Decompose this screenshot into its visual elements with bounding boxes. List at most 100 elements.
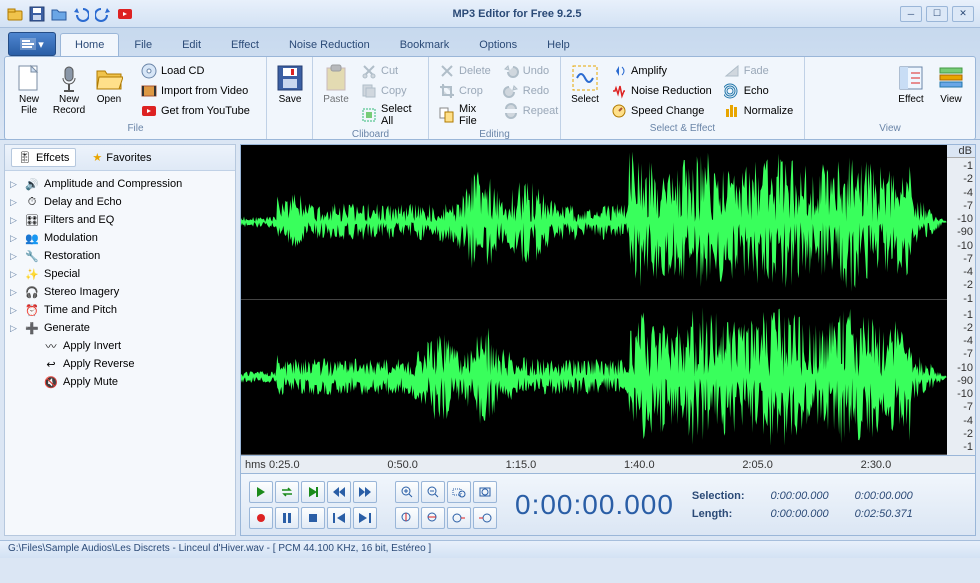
zoom-v-in-button[interactable] <box>395 507 419 529</box>
goto-start-button[interactable] <box>327 507 351 529</box>
zoom-sel-button[interactable] <box>447 481 471 503</box>
play-button[interactable] <box>249 481 273 503</box>
app-button[interactable]: ▾ <box>8 32 56 56</box>
tree-item[interactable]: ▷🔊Amplitude and Compression <box>7 175 233 193</box>
tab-noise-reduction[interactable]: Noise Reduction <box>274 33 385 56</box>
goto-end-button[interactable] <box>353 507 377 529</box>
amplify-button[interactable]: Amplify <box>607 61 716 81</box>
ribbon-host: ▾ Home File Edit Effect Noise Reduction … <box>0 28 980 140</box>
fade-button[interactable]: Fade <box>720 61 798 81</box>
pause-button[interactable] <box>275 507 299 529</box>
tab-file[interactable]: File <box>119 33 167 56</box>
select-all-button[interactable]: Select All <box>357 101 422 129</box>
selection-label: Selection: <box>692 490 745 502</box>
tree-item[interactable]: ▷🎧Stereo Imagery <box>7 283 233 301</box>
play-sel-button[interactable] <box>301 481 325 503</box>
get-youtube-button[interactable]: Get from YouTube <box>137 101 254 121</box>
group-view-label: View <box>811 123 969 137</box>
load-cd-button[interactable]: Load CD <box>137 61 254 81</box>
mix-file-button[interactable]: Mix File <box>435 101 495 129</box>
noise-reduction-button[interactable]: Noise Reduction <box>607 81 716 101</box>
forward-button[interactable] <box>353 481 377 503</box>
zoom-v-out-button[interactable] <box>421 507 445 529</box>
repeat-button[interactable]: Repeat <box>499 101 562 121</box>
tree-item[interactable]: ▷➕Generate <box>7 319 233 337</box>
tab-help[interactable]: Help <box>532 33 585 56</box>
tree-item[interactable]: 🔇Apply Mute <box>7 373 233 391</box>
star-icon: ★ <box>92 151 102 164</box>
qat-folder-icon[interactable] <box>50 5 68 23</box>
new-record-button[interactable]: New Record <box>51 61 87 118</box>
record-button[interactable] <box>249 507 273 529</box>
speed-change-button[interactable]: Speed Change <box>607 101 716 121</box>
titlebar: MP3 Editor for Free 9.2.5 ─ ☐ ✕ <box>0 0 980 28</box>
status-bar: G:\Files\Sample Audios\Les Discrets - Li… <box>0 540 980 558</box>
group-select-effect-label: Select & Effect <box>567 123 798 137</box>
side-panel: 🎚Effcets ★Favorites ▷🔊Amplitude and Comp… <box>4 144 236 536</box>
selection-start: 0:00:00.000 <box>771 490 829 502</box>
maximize-button[interactable]: ☐ <box>926 6 948 22</box>
import-video-button[interactable]: Import from Video <box>137 81 254 101</box>
group-clipboard-label: Cliboard <box>319 129 422 140</box>
transport-controls: 0:00:00.000 Selection: 0:00:00.000 0:00:… <box>240 474 976 536</box>
rewind-button[interactable] <box>327 481 351 503</box>
minimize-button[interactable]: ─ <box>900 6 922 22</box>
undo-button[interactable]: Undo <box>499 61 562 81</box>
loop-button[interactable] <box>275 481 299 503</box>
tree-item[interactable]: ▷✨Special <box>7 265 233 283</box>
sidetab-favorites[interactable]: ★Favorites <box>86 149 157 166</box>
tree-item[interactable]: ↩Apply Reverse <box>7 355 233 373</box>
view-button[interactable]: View <box>933 61 969 108</box>
timecode-display: 0:00:00.000 <box>515 489 674 521</box>
redo-button[interactable]: Redo <box>499 81 562 101</box>
zoom-left-button[interactable] <box>447 507 471 529</box>
new-file-button[interactable]: New File <box>11 61 47 118</box>
db-scale: dB -1-2-4-7-10-90-10-7-4-2-1 -1-2-4-7-10… <box>947 145 975 455</box>
zoom-out-button[interactable] <box>421 481 445 503</box>
tree-item[interactable]: 〰Apply Invert <box>7 337 233 355</box>
tab-options[interactable]: Options <box>464 33 532 56</box>
qat-redo-icon[interactable] <box>94 5 112 23</box>
crop-button[interactable]: Crop <box>435 81 495 101</box>
app-title: MP3 Editor for Free 9.2.5 <box>134 8 900 20</box>
zoom-fit-button[interactable] <box>473 481 497 503</box>
tab-edit[interactable]: Edit <box>167 33 216 56</box>
normalize-button[interactable]: Normalize <box>720 101 798 121</box>
selection-end: 0:00:00.000 <box>855 490 913 502</box>
tree-item[interactable]: ▷⏱Delay and Echo <box>7 193 233 211</box>
timeline[interactable]: hms 0:25.0 0:50.0 1:15.0 1:40.0 2:05.0 2… <box>240 456 976 474</box>
length-start: 0:00:00.000 <box>771 508 829 520</box>
length-end: 0:02:50.371 <box>855 508 913 520</box>
stop-button[interactable] <box>301 507 325 529</box>
tree-item[interactable]: ▷🔧Restoration <box>7 247 233 265</box>
delete-button[interactable]: Delete <box>435 61 495 81</box>
group-editing-label: Editing <box>435 129 554 140</box>
open-button[interactable]: Open <box>91 61 127 108</box>
save-button[interactable]: Save <box>273 61 307 108</box>
tab-bookmark[interactable]: Bookmark <box>385 33 465 56</box>
cut-button[interactable]: Cut <box>357 61 422 81</box>
qat-open-icon[interactable] <box>6 5 24 23</box>
zoom-in-button[interactable] <box>395 481 419 503</box>
tab-effect[interactable]: Effect <box>216 33 274 56</box>
effect-tree[interactable]: ▷🔊Amplitude and Compression▷⏱Delay and E… <box>5 171 235 535</box>
length-label: Length: <box>692 508 745 520</box>
select-button[interactable]: Select <box>567 61 603 108</box>
zoom-right-button[interactable] <box>473 507 497 529</box>
tree-item[interactable]: ▷👥Modulation <box>7 229 233 247</box>
effect-panel-button[interactable]: Effect <box>893 61 929 108</box>
qat-save-icon[interactable] <box>28 5 46 23</box>
copy-button[interactable]: Copy <box>357 81 422 101</box>
waveform-display[interactable] <box>241 145 947 455</box>
tree-item[interactable]: ▷🎛Filters and EQ <box>7 211 233 229</box>
timeline-unit: hms <box>241 459 265 471</box>
qat-youtube-icon[interactable] <box>116 5 134 23</box>
sidetab-effects[interactable]: 🎚Effcets <box>11 148 76 167</box>
effects-icon: 🎚 <box>18 151 32 164</box>
paste-button[interactable]: Paste <box>319 61 353 108</box>
qat-undo-icon[interactable] <box>72 5 90 23</box>
close-button[interactable]: ✕ <box>952 6 974 22</box>
echo-button[interactable]: Echo <box>720 81 798 101</box>
tree-item[interactable]: ▷⏰Time and Pitch <box>7 301 233 319</box>
tab-home[interactable]: Home <box>60 33 119 56</box>
